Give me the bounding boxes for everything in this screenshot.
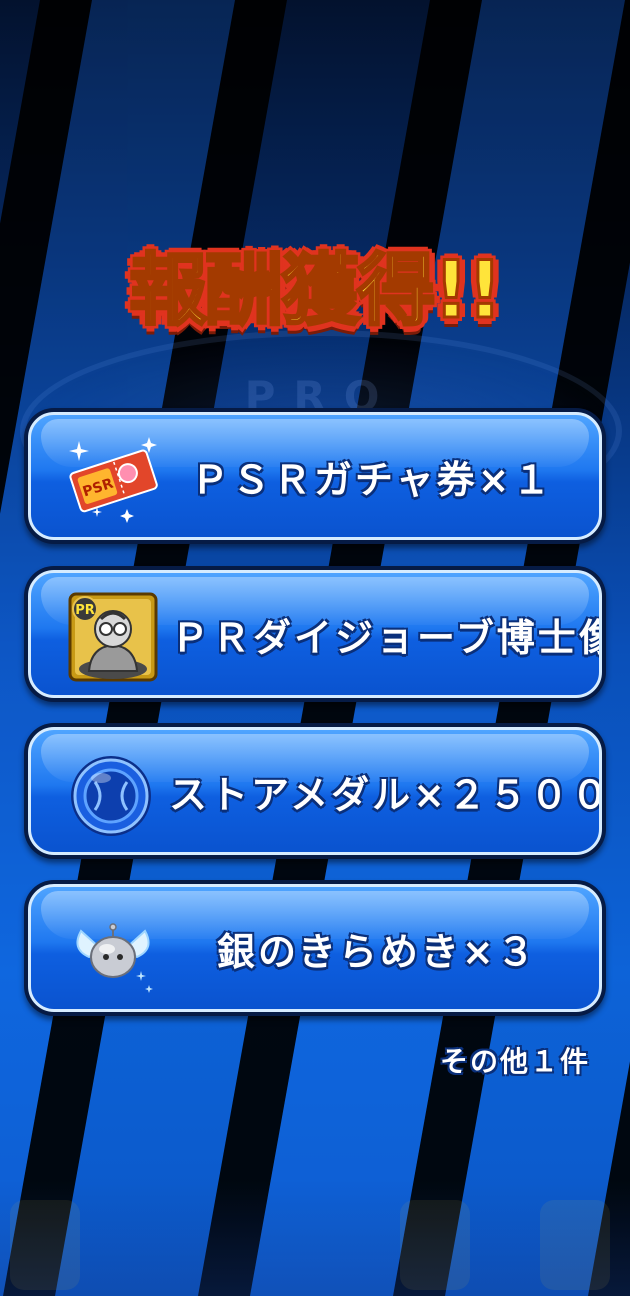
store-medal-icon — [69, 754, 153, 838]
svg-text:PR: PR — [75, 603, 95, 618]
reward-row-doctor-statue[interactable]: PR ＰＲダイジョーブ博士像×１ — [24, 566, 606, 702]
reward-row-panel: ストアメダル×２５０００ — [28, 727, 602, 855]
reward-row-panel: PR ＰＲダイジョーブ博士像×１ — [28, 570, 602, 698]
ghost-item — [400, 1200, 470, 1290]
reward-row-panel: PSR ＰＳＲガチャ券×１ — [28, 412, 602, 540]
ghost-item — [10, 1200, 80, 1290]
reward-label: 銀のきらめき×３ — [217, 929, 538, 974]
silver-sparkle-icon — [67, 905, 159, 997]
ghost-item — [540, 1200, 610, 1290]
reward-screen: PRO 報酬獲得!! PSR ＰＳＲガチャ券×１ PR ＰＲダイジョーブ博士 ス… — [0, 0, 630, 1296]
reward-row-panel: 銀のきらめき×３ — [28, 884, 602, 1012]
bottom-ghost-layer — [0, 1180, 630, 1296]
reward-row-silver-sparkle[interactable]: 銀のきらめき×３ — [24, 880, 606, 1016]
reward-label: ＰＲダイジョーブ博士像×１ — [171, 615, 599, 660]
reward-label: ストアメダル×２５０００ — [169, 772, 599, 817]
doctor-statue-icon: PR — [67, 591, 159, 683]
reward-row-store-medal[interactable]: ストアメダル×２５０００ — [24, 723, 606, 859]
gacha-ticket-icon: PSR — [67, 433, 159, 525]
reward-label: ＰＳＲガチャ券×１ — [191, 457, 554, 502]
reward-title: 報酬獲得!! — [128, 245, 504, 338]
more-rewards-count: その他１件 — [439, 1045, 590, 1078]
reward-row-gacha-ticket[interactable]: PSR ＰＳＲガチャ券×１ — [24, 408, 606, 544]
